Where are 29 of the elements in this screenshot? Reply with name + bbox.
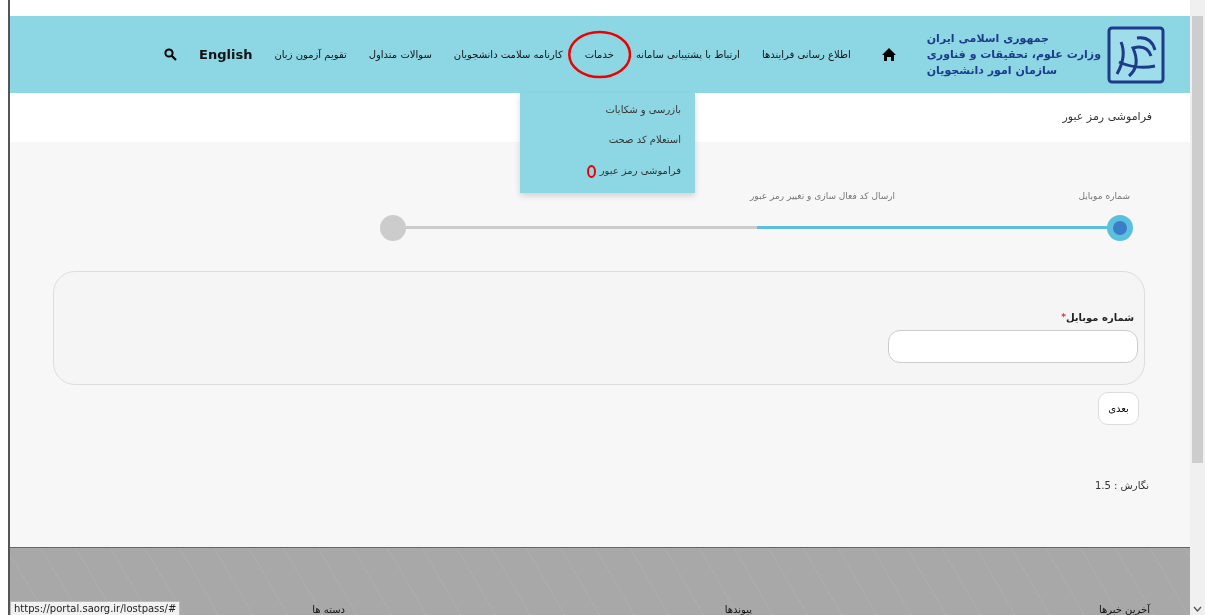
scroll-down-icon[interactable] <box>1193 606 1202 612</box>
step-label: ارسال کد فعال سازی و تغییر رمز عبور <box>750 191 896 201</box>
nav-link[interactable]: تقویم آزمون زبان <box>274 49 347 60</box>
scrollbar-thumb[interactable] <box>1192 16 1203 463</box>
nav-link[interactable]: کارنامه سلامت دانشجویان <box>453 49 563 60</box>
highlight-circle <box>567 30 631 79</box>
step-label: شماره موبایل <box>1078 191 1130 201</box>
footer-heading: دسته ها <box>312 604 345 615</box>
logo-text: وزارت علوم، تحقیقات و فناوری <box>926 46 1101 63</box>
next-button[interactable]: بعدی <box>1098 392 1139 425</box>
status-url: https://portal.saorg.ir/lostpass/# <box>14 603 177 614</box>
nav-link[interactable]: سوالات متداول <box>368 49 432 60</box>
footer-heading: آخرین خبرها <box>1098 604 1150 615</box>
home-icon[interactable] <box>880 47 897 62</box>
menu-item[interactable]: فراموشی رمز عبور <box>520 162 695 193</box>
menu-item[interactable]: استعلام کد صحت <box>520 132 695 163</box>
mobile-number-field[interactable] <box>888 330 1138 363</box>
footer-heading: پیوندها <box>724 604 752 615</box>
language-link[interactable]: English <box>199 47 253 62</box>
logo-text: سازمان امور دانشجویان <box>926 62 1058 79</box>
nav-link[interactable]: ارتباط با پشتیبانی سامانه <box>635 49 740 60</box>
logo-emblem-icon <box>1107 25 1165 84</box>
version-text: نگارش : 1.5 <box>1093 480 1149 491</box>
nav-link[interactable]: خدمات <box>567 30 631 79</box>
search-icon[interactable] <box>164 48 178 61</box>
menu-item[interactable]: بازرسی و شکایات <box>520 102 695 133</box>
logo-text: جمهوری اسلامی ایران <box>926 30 1050 47</box>
page-title: فراموشی رمز عبور <box>1062 110 1152 123</box>
nav-link[interactable]: اطلاع رسانی فرایندها <box>761 49 851 60</box>
